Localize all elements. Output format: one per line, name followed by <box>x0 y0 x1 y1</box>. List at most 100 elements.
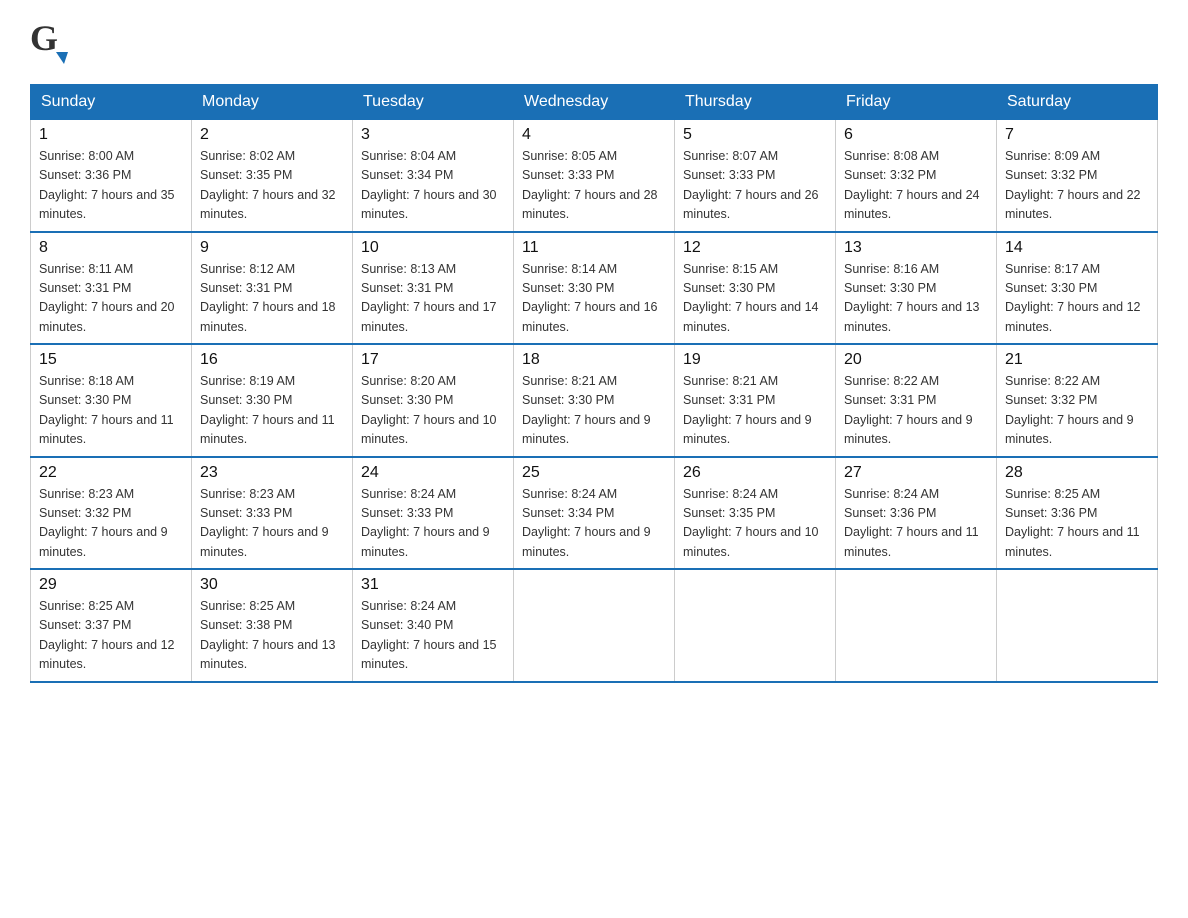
calendar-day-cell: 7 Sunrise: 8:09 AMSunset: 3:32 PMDaylight… <box>997 120 1158 232</box>
calendar-day-cell: 30 Sunrise: 8:25 AMSunset: 3:38 PMDayligh… <box>192 569 353 682</box>
day-number: 20 <box>844 351 988 369</box>
day-info: Sunrise: 8:21 AMSunset: 3:30 PMDaylight:… <box>522 372 666 450</box>
day-number: 12 <box>683 239 827 257</box>
calendar-day-cell: 8Sunrise: 8:11 AMSunset: 3:31 PMDaylight… <box>31 232 192 345</box>
calendar-day-cell <box>836 569 997 682</box>
logo-arrow-icon <box>56 52 68 64</box>
day-info: Sunrise: 8:20 AMSunset: 3:30 PMDaylight:… <box>361 372 505 450</box>
weekday-header-friday: Friday <box>836 85 997 120</box>
day-info: Sunrise: 8:13 AMSunset: 3:31 PMDaylight:… <box>361 260 505 338</box>
day-info: Sunrise: 8:18 AMSunset: 3:30 PMDaylight:… <box>39 372 183 450</box>
calendar-table: SundayMondayTuesdayWednesdayThursdayFrid… <box>30 84 1158 683</box>
day-info: Sunrise: 8:08 AMSunset: 3:32 PMDaylight:… <box>844 147 988 225</box>
day-number: 21 <box>1005 351 1149 369</box>
day-number: 29 <box>39 576 183 594</box>
day-number: 15 <box>39 351 183 369</box>
day-info: Sunrise: 8:12 AMSunset: 3:31 PMDaylight:… <box>200 260 344 338</box>
calendar-day-cell: 22Sunrise: 8:23 AMSunset: 3:32 PMDayligh… <box>31 457 192 570</box>
day-number: 23 <box>200 464 344 482</box>
day-number: 7 <box>1005 126 1149 144</box>
day-number: 16 <box>200 351 344 369</box>
calendar-day-cell <box>675 569 836 682</box>
day-number: 10 <box>361 239 505 257</box>
day-info: Sunrise: 8:21 AMSunset: 3:31 PMDaylight:… <box>683 372 827 450</box>
calendar-week-row: 22Sunrise: 8:23 AMSunset: 3:32 PMDayligh… <box>31 457 1158 570</box>
calendar-day-cell: 26 Sunrise: 8:24 AMSunset: 3:35 PMDayligh… <box>675 457 836 570</box>
day-info: Sunrise: 8:14 AMSunset: 3:30 PMDaylight:… <box>522 260 666 338</box>
day-info: Sunrise: 8:17 AMSunset: 3:30 PMDaylight:… <box>1005 260 1149 338</box>
day-number: 31 <box>361 576 505 594</box>
day-info: Sunrise: 8:25 AMSunset: 3:36 PMDaylight:… <box>1005 485 1149 563</box>
weekday-header-wednesday: Wednesday <box>514 85 675 120</box>
calendar-week-row: 15 Sunrise: 8:18 AMSunset: 3:30 PMDayligh… <box>31 344 1158 457</box>
day-info: Sunrise: 8:24 AMSunset: 3:33 PMDaylight:… <box>361 485 505 563</box>
day-info: Sunrise: 8:02 AMSunset: 3:35 PMDaylight:… <box>200 147 344 225</box>
calendar-day-cell: 16 Sunrise: 8:19 AMSunset: 3:30 PMDayligh… <box>192 344 353 457</box>
calendar-week-row: 29 Sunrise: 8:25 AMSunset: 3:37 PMDayligh… <box>31 569 1158 682</box>
calendar-day-cell: 13Sunrise: 8:16 AMSunset: 3:30 PMDayligh… <box>836 232 997 345</box>
day-info: Sunrise: 8:22 AMSunset: 3:32 PMDaylight:… <box>1005 372 1149 450</box>
calendar-day-cell: 21 Sunrise: 8:22 AMSunset: 3:32 PMDayligh… <box>997 344 1158 457</box>
calendar-day-cell: 6 Sunrise: 8:08 AMSunset: 3:32 PMDaylight… <box>836 120 997 232</box>
calendar-day-cell: 4 Sunrise: 8:05 AMSunset: 3:33 PMDaylight… <box>514 120 675 232</box>
day-number: 9 <box>200 239 344 257</box>
page-header: G <box>30 20 1158 64</box>
day-info: Sunrise: 8:07 AMSunset: 3:33 PMDaylight:… <box>683 147 827 225</box>
calendar-day-cell: 29 Sunrise: 8:25 AMSunset: 3:37 PMDayligh… <box>31 569 192 682</box>
calendar-day-cell: 15 Sunrise: 8:18 AMSunset: 3:30 PMDayligh… <box>31 344 192 457</box>
day-number: 4 <box>522 126 666 144</box>
day-number: 27 <box>844 464 988 482</box>
day-number: 11 <box>522 239 666 257</box>
calendar-day-cell <box>514 569 675 682</box>
day-number: 26 <box>683 464 827 482</box>
day-info: Sunrise: 8:09 AMSunset: 3:32 PMDaylight:… <box>1005 147 1149 225</box>
calendar-day-cell: 12 Sunrise: 8:15 AMSunset: 3:30 PMDayligh… <box>675 232 836 345</box>
day-info: Sunrise: 8:04 AMSunset: 3:34 PMDaylight:… <box>361 147 505 225</box>
day-info: Sunrise: 8:23 AMSunset: 3:32 PMDaylight:… <box>39 485 183 563</box>
day-number: 2 <box>200 126 344 144</box>
day-info: Sunrise: 8:23 AMSunset: 3:33 PMDaylight:… <box>200 485 344 563</box>
day-info: Sunrise: 8:25 AMSunset: 3:38 PMDaylight:… <box>200 597 344 675</box>
calendar-week-row: 8Sunrise: 8:11 AMSunset: 3:31 PMDaylight… <box>31 232 1158 345</box>
day-info: Sunrise: 8:24 AMSunset: 3:35 PMDaylight:… <box>683 485 827 563</box>
calendar-day-cell: 25Sunrise: 8:24 AMSunset: 3:34 PMDayligh… <box>514 457 675 570</box>
calendar-day-cell: 5Sunrise: 8:07 AMSunset: 3:33 PMDaylight… <box>675 120 836 232</box>
weekday-header-row: SundayMondayTuesdayWednesdayThursdayFrid… <box>31 85 1158 120</box>
day-info: Sunrise: 8:15 AMSunset: 3:30 PMDaylight:… <box>683 260 827 338</box>
logo: G <box>30 20 78 64</box>
day-info: Sunrise: 8:00 AMSunset: 3:36 PMDaylight:… <box>39 147 183 225</box>
calendar-day-cell: 9 Sunrise: 8:12 AMSunset: 3:31 PMDaylight… <box>192 232 353 345</box>
calendar-day-cell: 24 Sunrise: 8:24 AMSunset: 3:33 PMDayligh… <box>353 457 514 570</box>
logo-icon: G <box>30 20 68 64</box>
logo-g-letter: G <box>30 20 68 56</box>
calendar-day-cell <box>997 569 1158 682</box>
weekday-header-tuesday: Tuesday <box>353 85 514 120</box>
weekday-header-monday: Monday <box>192 85 353 120</box>
day-number: 18 <box>522 351 666 369</box>
calendar-day-cell: 17 Sunrise: 8:20 AMSunset: 3:30 PMDayligh… <box>353 344 514 457</box>
day-number: 24 <box>361 464 505 482</box>
calendar-day-cell: 19Sunrise: 8:21 AMSunset: 3:31 PMDayligh… <box>675 344 836 457</box>
calendar-day-cell: 10 Sunrise: 8:13 AMSunset: 3:31 PMDayligh… <box>353 232 514 345</box>
day-number: 28 <box>1005 464 1149 482</box>
calendar-day-cell: 31Sunrise: 8:24 AMSunset: 3:40 PMDayligh… <box>353 569 514 682</box>
calendar-week-row: 1Sunrise: 8:00 AMSunset: 3:36 PMDaylight… <box>31 120 1158 232</box>
day-info: Sunrise: 8:19 AMSunset: 3:30 PMDaylight:… <box>200 372 344 450</box>
day-number: 3 <box>361 126 505 144</box>
day-number: 13 <box>844 239 988 257</box>
day-number: 6 <box>844 126 988 144</box>
day-number: 8 <box>39 239 183 257</box>
day-number: 30 <box>200 576 344 594</box>
calendar-day-cell: 3 Sunrise: 8:04 AMSunset: 3:34 PMDaylight… <box>353 120 514 232</box>
day-number: 25 <box>522 464 666 482</box>
day-info: Sunrise: 8:05 AMSunset: 3:33 PMDaylight:… <box>522 147 666 225</box>
day-info: Sunrise: 8:22 AMSunset: 3:31 PMDaylight:… <box>844 372 988 450</box>
calendar-day-cell: 27Sunrise: 8:24 AMSunset: 3:36 PMDayligh… <box>836 457 997 570</box>
weekday-header-sunday: Sunday <box>31 85 192 120</box>
day-info: Sunrise: 8:25 AMSunset: 3:37 PMDaylight:… <box>39 597 183 675</box>
day-number: 17 <box>361 351 505 369</box>
calendar-day-cell: 14 Sunrise: 8:17 AMSunset: 3:30 PMDayligh… <box>997 232 1158 345</box>
day-number: 14 <box>1005 239 1149 257</box>
calendar-day-cell: 23 Sunrise: 8:23 AMSunset: 3:33 PMDayligh… <box>192 457 353 570</box>
calendar-day-cell: 18 Sunrise: 8:21 AMSunset: 3:30 PMDayligh… <box>514 344 675 457</box>
